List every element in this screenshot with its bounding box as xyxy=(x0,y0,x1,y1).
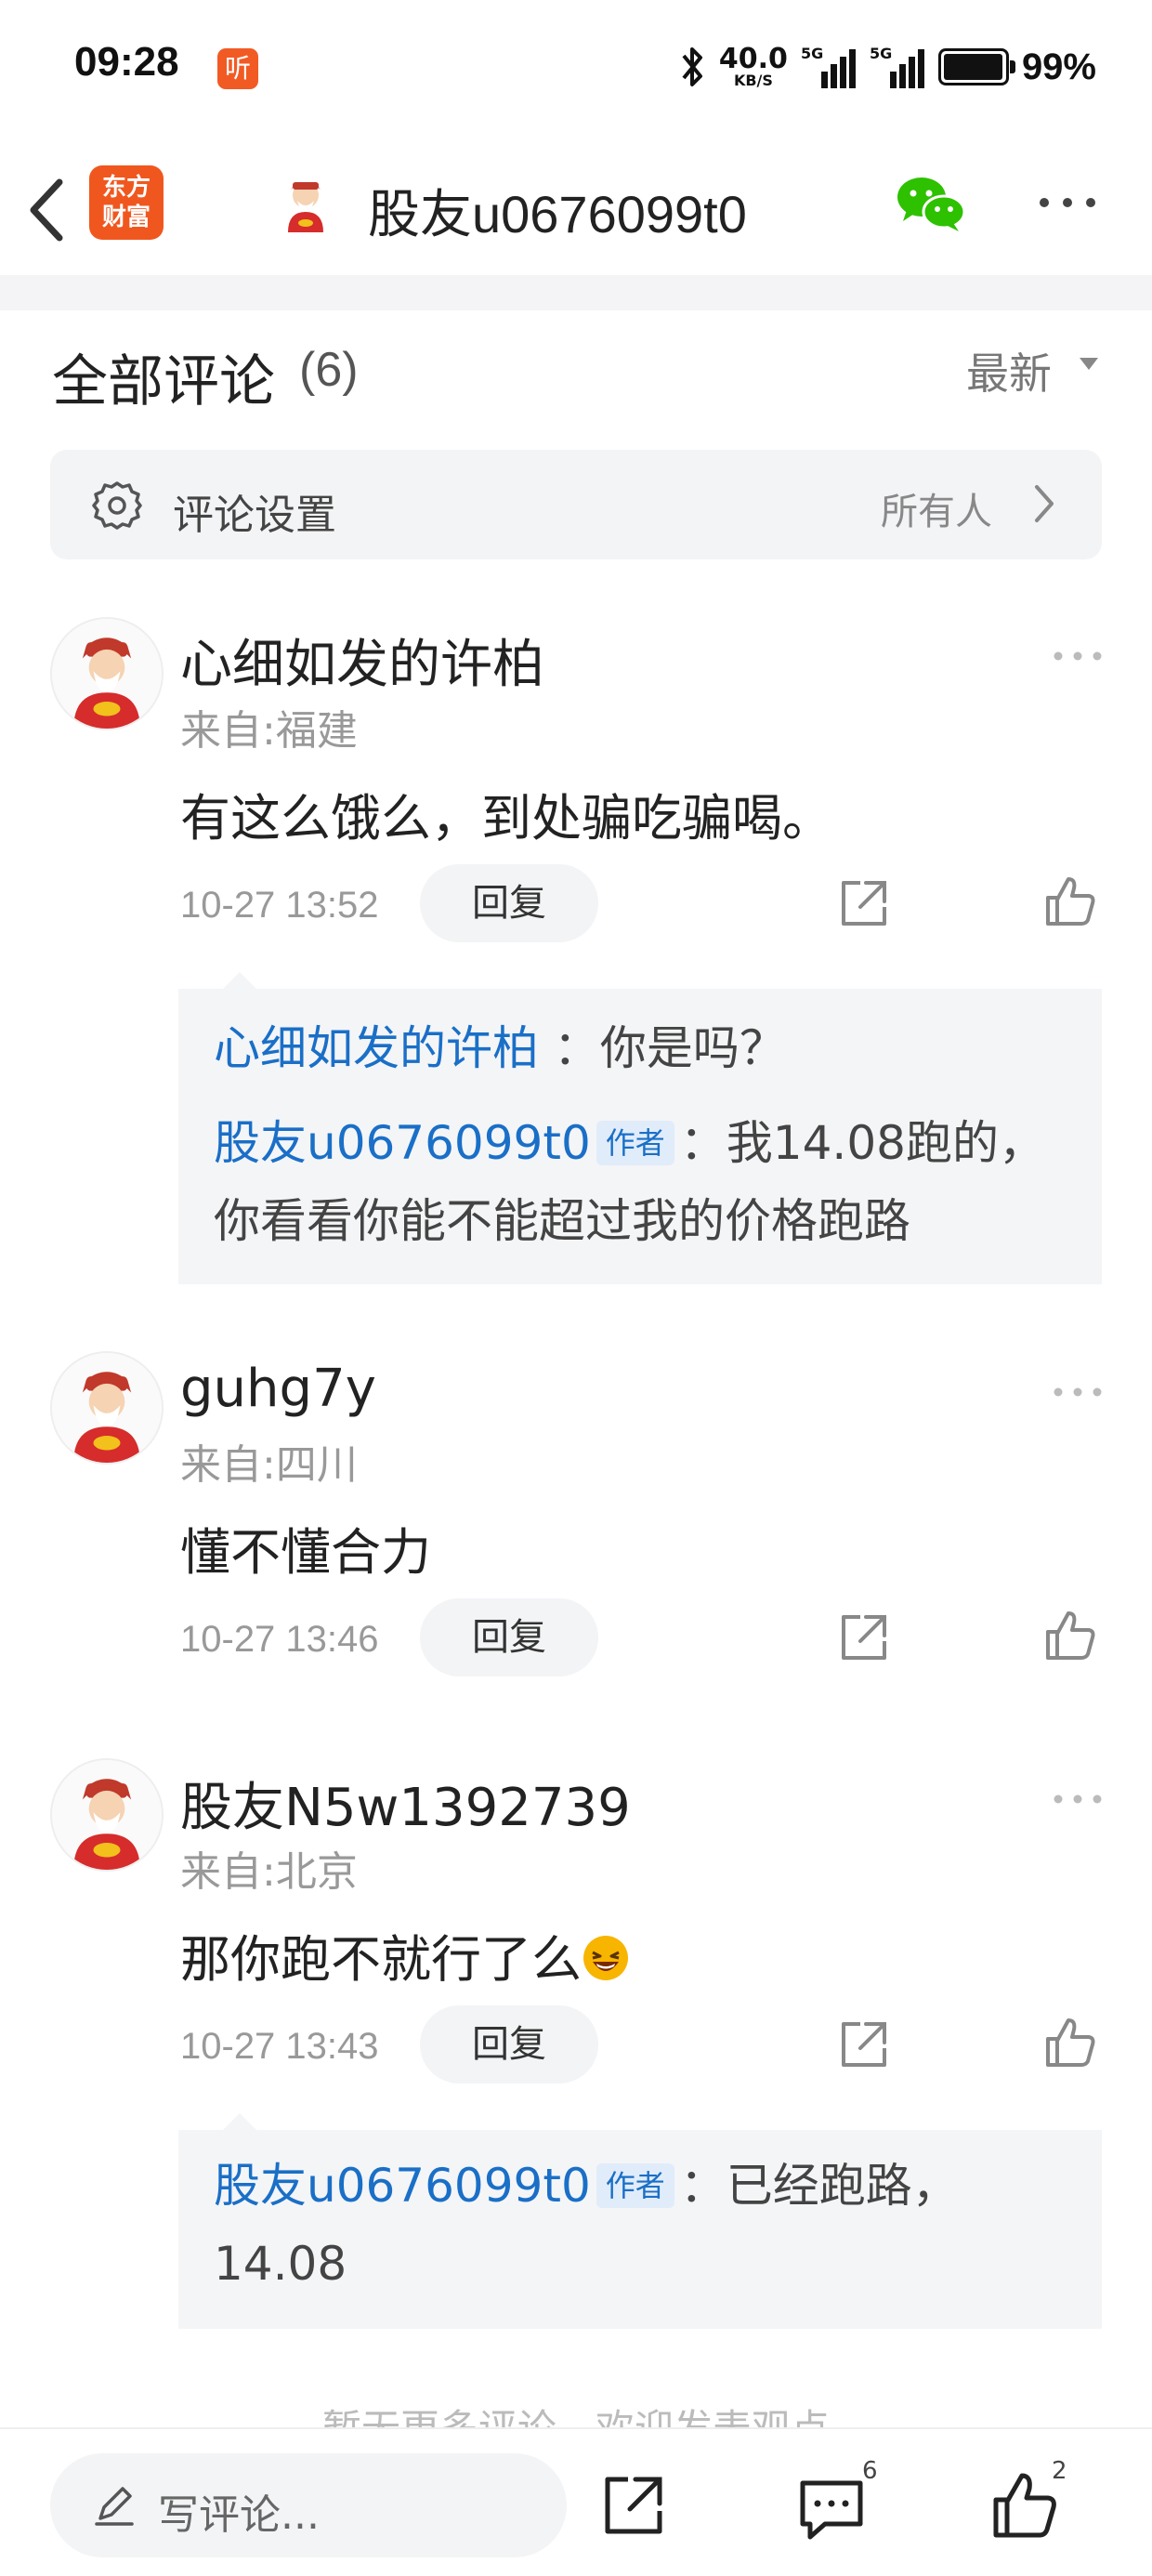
comment-time: 10-27 13:52 xyxy=(180,885,379,926)
more-icon[interactable] xyxy=(1052,1792,1104,1807)
comment-author[interactable]: guhg7y xyxy=(180,1359,376,1419)
share-icon[interactable] xyxy=(838,877,890,929)
reply-thread: 心细如发的许柏 ：你是吗？ 股友u0676099t0 作者 ：我14.08跑的，你看… xyxy=(178,972,1102,1284)
listen-badge-icon: 听 xyxy=(217,48,258,89)
commenter-avatar[interactable] xyxy=(50,1758,164,1872)
thumbs-up-icon[interactable] xyxy=(988,2470,1059,2541)
comment-text-content: 那你跑不就行了么 xyxy=(180,1930,582,1989)
comment-text: 那你跑不就行了么 xyxy=(180,1918,630,1991)
comment-icon[interactable] xyxy=(797,2477,866,2543)
reply-item: 心细如发的许柏 ：你是吗？ xyxy=(214,1009,1078,1087)
reply-author[interactable]: 股友u0676099t0 xyxy=(214,2159,591,2213)
svg-text:5G: 5G xyxy=(801,45,823,62)
comment-count-badge: 6 xyxy=(862,2457,878,2485)
reply-item: 股友u0676099t0 作者 ：已经跑路，14.08 xyxy=(214,2147,1078,2303)
thumbs-up-icon[interactable] xyxy=(1042,874,1098,929)
commenter-avatar[interactable] xyxy=(50,1351,164,1465)
signal-5g-icon-2: 5G xyxy=(870,45,924,88)
laughing-emoji-icon xyxy=(583,1936,628,1980)
avatar[interactable] xyxy=(275,173,336,234)
pen-icon xyxy=(95,2487,134,2526)
sort-dropdown[interactable]: 最新 xyxy=(966,340,1052,401)
reply-author[interactable]: 股友u0676099t0 xyxy=(214,1116,591,1170)
share-icon[interactable] xyxy=(838,2018,890,2070)
gear-icon xyxy=(92,481,142,530)
author-badge: 作者 xyxy=(596,2163,674,2208)
reply-button[interactable]: 回复 xyxy=(420,864,598,942)
divider-band xyxy=(0,275,1152,310)
caishen-avatar-icon xyxy=(52,619,162,729)
like-count-badge: 2 xyxy=(1052,2457,1067,2485)
comment-location: 来自:四川 xyxy=(180,1441,358,1489)
compose-placeholder: 写评论... xyxy=(158,2491,320,2539)
comment-location: 来自:北京 xyxy=(180,1848,358,1896)
compose-comment-input[interactable]: 写评论... xyxy=(50,2453,567,2557)
app-logo-line1: 东方 xyxy=(101,174,151,202)
comments-count: (6) xyxy=(299,343,359,397)
caret-down-icon[interactable] xyxy=(1078,355,1100,374)
more-icon[interactable] xyxy=(1052,1385,1104,1400)
comment-settings-row[interactable]: 评论设置 所有人 xyxy=(50,450,1102,559)
bottom-action-bar: 写评论... 6 2 xyxy=(0,2427,1152,2576)
comments-title: 全部评论 xyxy=(52,349,275,414)
caishen-avatar-icon xyxy=(52,1760,162,1870)
comment-time: 10-27 13:46 xyxy=(180,1619,379,1660)
page-title: 股友u0676099t0 xyxy=(368,185,747,243)
reply-text: ：你是吗？ xyxy=(553,1021,786,1075)
back-icon[interactable] xyxy=(24,173,71,247)
more-icon[interactable] xyxy=(1052,649,1104,664)
status-indicators: 40.0 KB/S 5G 5G 99% xyxy=(678,41,1096,93)
network-speed: 40.0 KB/S xyxy=(719,46,788,88)
comment-settings-value: 所有人 xyxy=(881,491,992,533)
network-speed-value: 40.0 xyxy=(718,43,788,75)
more-icon[interactable] xyxy=(1037,193,1098,212)
caishen-avatar-icon xyxy=(52,1353,162,1463)
reply-button[interactable]: 回复 xyxy=(420,2005,598,2083)
chevron-right-icon xyxy=(1035,485,1054,522)
battery-fill xyxy=(943,54,1003,80)
comment-text: 懂不懂合力 xyxy=(180,1523,431,1582)
reply-author[interactable]: 心细如发的许柏 xyxy=(214,1021,539,1075)
comment-text: 有这么饿么，到处骗吃骗喝。 xyxy=(180,789,832,848)
comment-author[interactable]: 股友N5w1392739 xyxy=(180,1766,631,1841)
comment-settings-label: 评论设置 xyxy=(173,492,336,539)
nav-header: 东方 财富 股友u0676099t0 xyxy=(0,139,1152,275)
share-icon[interactable] xyxy=(600,2472,667,2539)
battery-icon xyxy=(937,48,1015,85)
network-speed-unit: KB/S xyxy=(733,72,773,89)
comment-time: 10-27 13:43 xyxy=(180,2026,379,2067)
status-bar: 09:28 听 40.0 KB/S 5G 5G 99% xyxy=(0,0,1152,139)
status-time: 09:28 xyxy=(74,39,179,85)
comment-author[interactable]: 心细如发的许柏 xyxy=(180,623,544,698)
reply-button[interactable]: 回复 xyxy=(420,1598,598,1676)
thumbs-up-icon[interactable] xyxy=(1042,1608,1098,1663)
wechat-icon[interactable] xyxy=(894,173,968,234)
signal-5g-icon: 5G xyxy=(801,45,856,88)
share-icon[interactable] xyxy=(838,1611,890,1663)
reply-thread: 股友u0676099t0 作者 ：已经跑路，14.08 xyxy=(178,2113,1102,2329)
app-logo-line2: 财富 xyxy=(101,204,151,231)
thumbs-up-icon[interactable] xyxy=(1042,2015,1098,2070)
bluetooth-icon xyxy=(682,47,702,86)
app-logo[interactable]: 东方 财富 xyxy=(89,165,164,240)
reply-item: 股友u0676099t0 作者 ：我14.08跑的，你看看你能不能超过我的价格跑路 xyxy=(214,1104,1078,1260)
author-badge: 作者 xyxy=(596,1121,674,1165)
commenter-avatar[interactable] xyxy=(50,617,164,730)
battery-percent: 99% xyxy=(1021,46,1096,87)
svg-text:5G: 5G xyxy=(870,45,892,62)
comment-location: 来自:福建 xyxy=(180,707,358,755)
